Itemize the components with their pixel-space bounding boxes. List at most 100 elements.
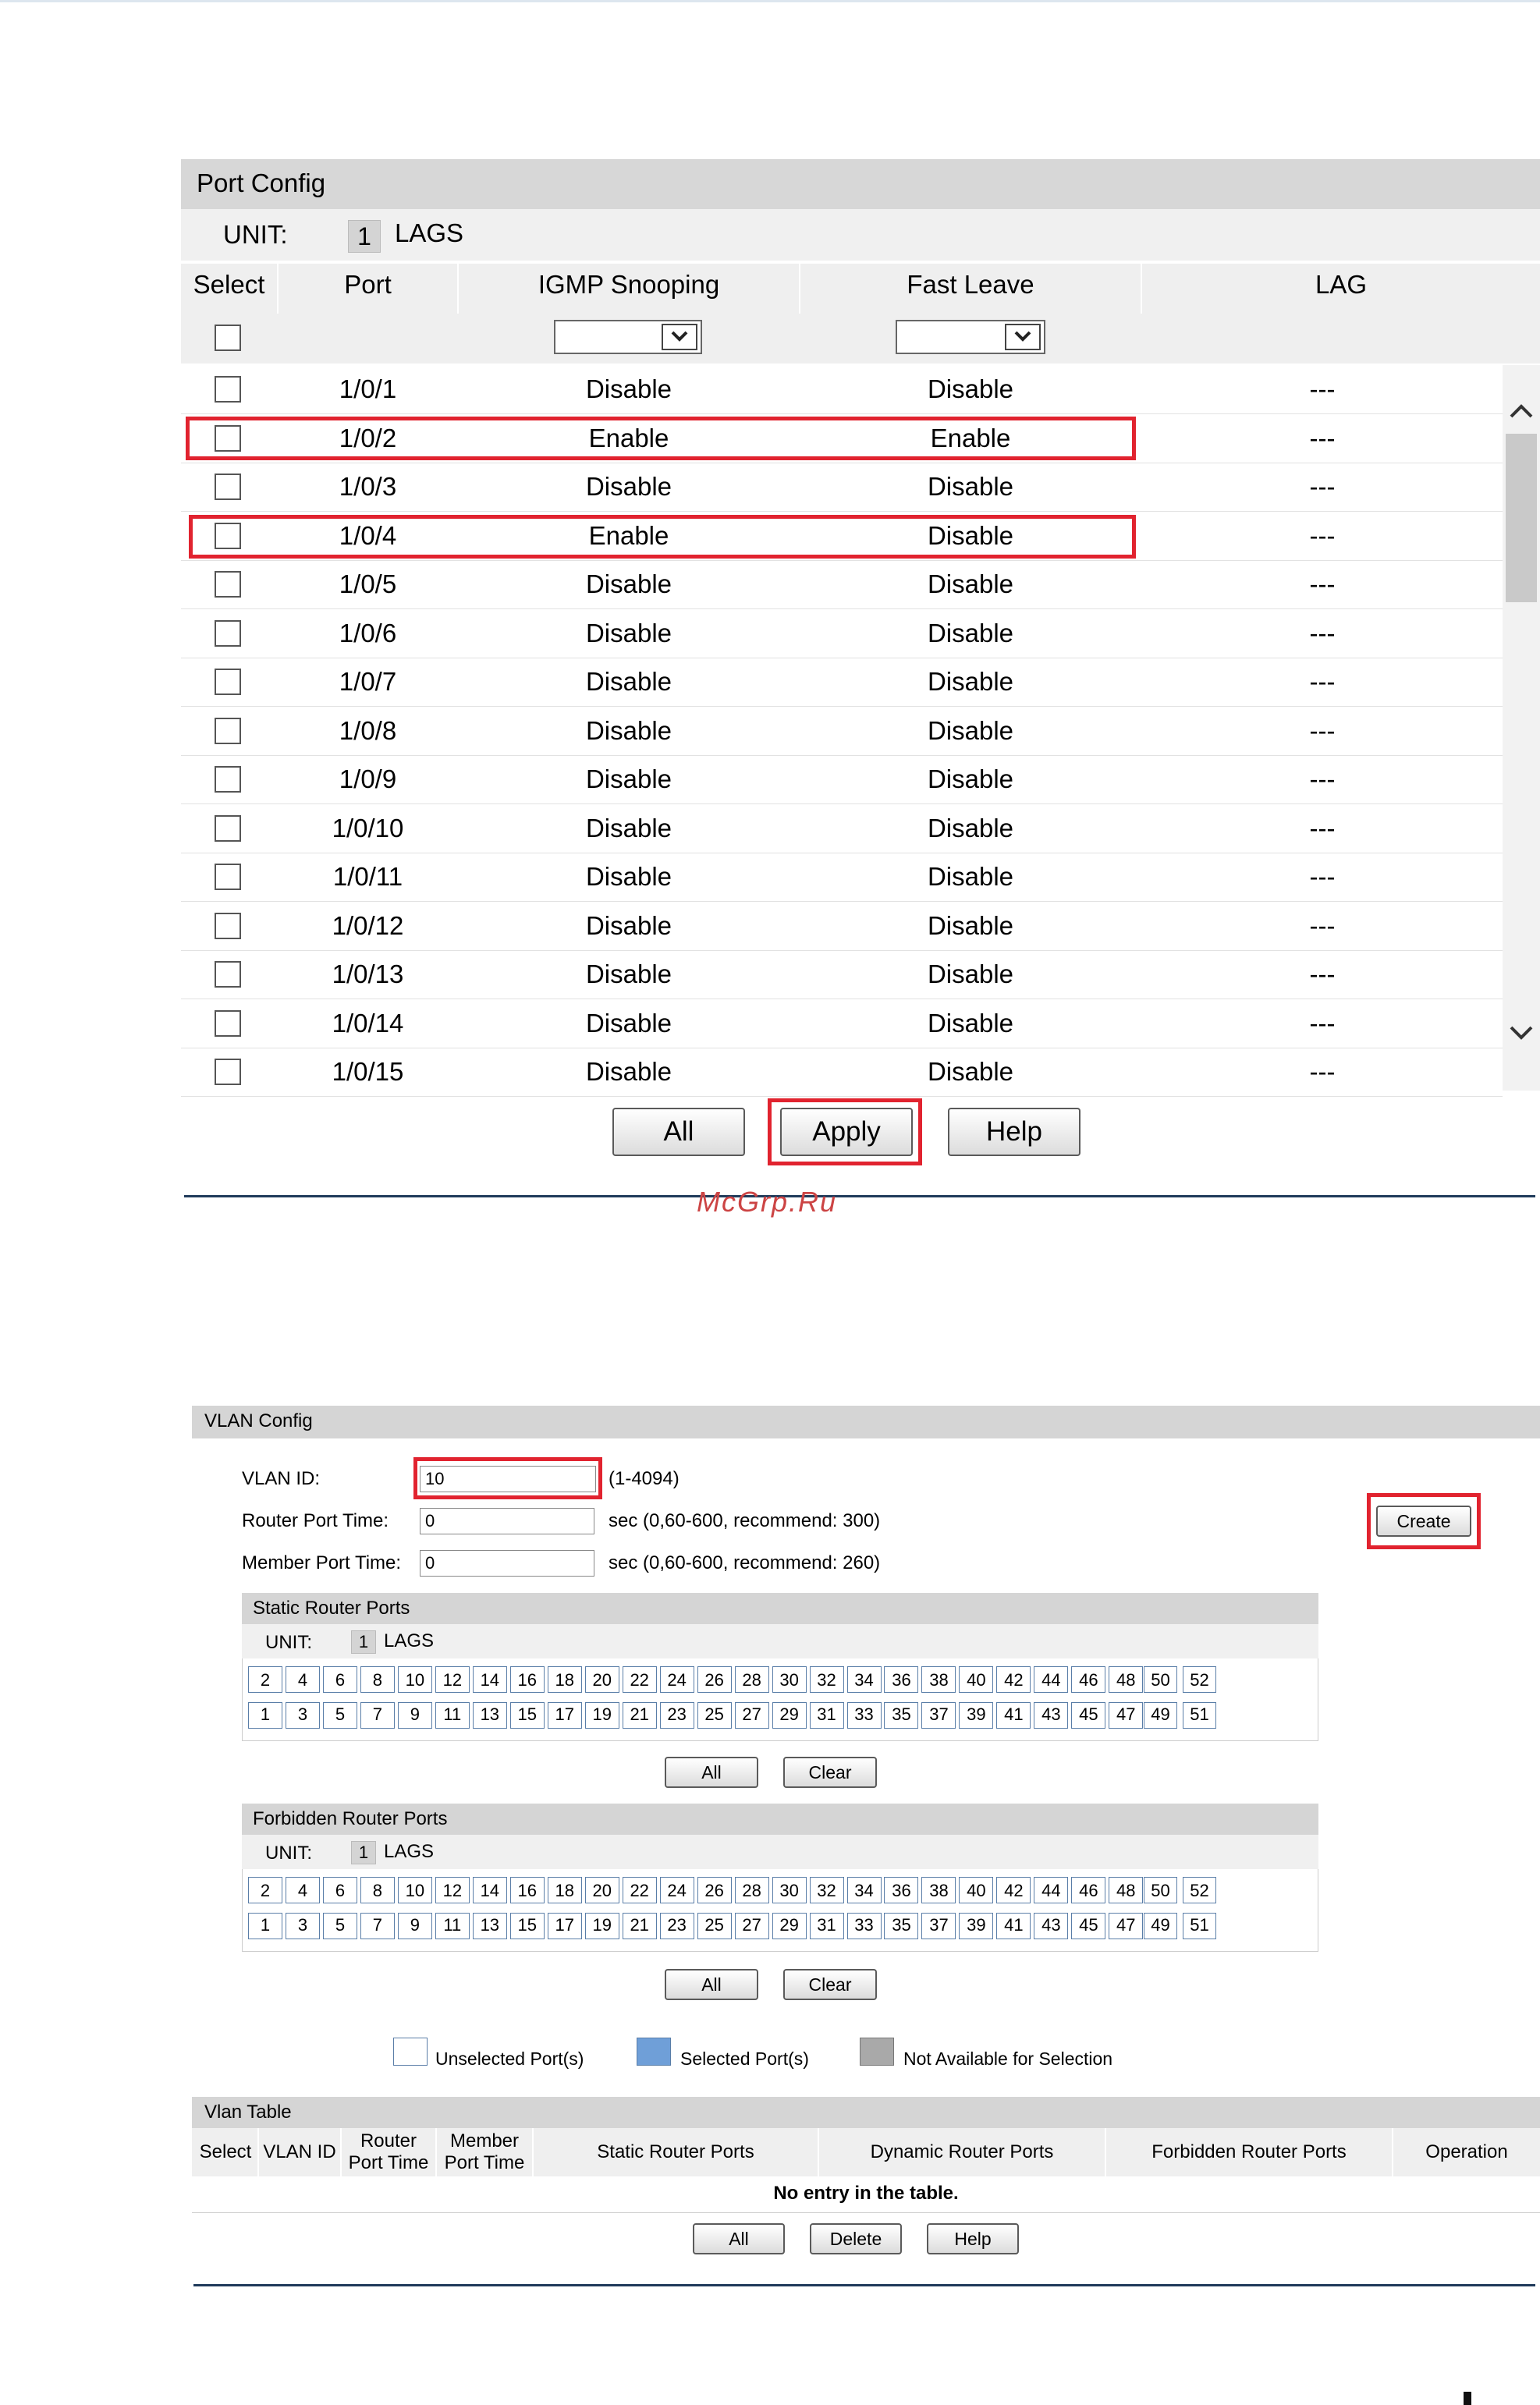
port-46[interactable]: 46 (1071, 1877, 1106, 1903)
port-19[interactable]: 19 (584, 1702, 619, 1729)
port-44[interactable]: 44 (1034, 1666, 1069, 1693)
port-14[interactable]: 14 (472, 1877, 507, 1903)
port-31[interactable]: 31 (809, 1913, 844, 1939)
port-26[interactable]: 26 (697, 1877, 732, 1903)
port-22[interactable]: 22 (622, 1666, 657, 1693)
port-28[interactable]: 28 (734, 1666, 769, 1693)
port-24[interactable]: 24 (659, 1666, 694, 1693)
forbidden-lags-tab[interactable]: LAGS (384, 1841, 434, 1863)
port-13[interactable]: 13 (472, 1702, 507, 1729)
port-8[interactable]: 8 (360, 1877, 395, 1903)
row-checkbox[interactable] (215, 571, 241, 598)
row-checkbox[interactable] (215, 766, 241, 793)
port-7[interactable]: 7 (360, 1913, 395, 1939)
port-14[interactable]: 14 (472, 1666, 507, 1693)
port-18[interactable]: 18 (547, 1877, 582, 1903)
port-40[interactable]: 40 (959, 1666, 994, 1693)
port-50[interactable]: 50 (1144, 1877, 1177, 1903)
port-27[interactable]: 27 (734, 1913, 769, 1939)
port-42[interactable]: 42 (996, 1877, 1031, 1903)
scrollbar-thumb[interactable] (1506, 434, 1537, 602)
row-checkbox[interactable] (215, 669, 241, 695)
port-24[interactable]: 24 (659, 1877, 694, 1903)
row-checkbox[interactable] (215, 912, 241, 939)
port-4[interactable]: 4 (285, 1877, 320, 1903)
port-51[interactable]: 51 (1183, 1702, 1216, 1729)
port-26[interactable]: 26 (697, 1666, 732, 1693)
help-button[interactable]: Help (948, 1108, 1080, 1156)
port-1[interactable]: 1 (248, 1913, 282, 1939)
port-41[interactable]: 41 (996, 1702, 1031, 1729)
port-15[interactable]: 15 (509, 1702, 545, 1729)
port-39[interactable]: 39 (959, 1702, 994, 1729)
port-38[interactable]: 38 (921, 1877, 956, 1903)
port-36[interactable]: 36 (884, 1666, 919, 1693)
port-3[interactable]: 3 (285, 1702, 320, 1729)
port-30[interactable]: 30 (772, 1666, 807, 1693)
port-31[interactable]: 31 (809, 1702, 844, 1729)
port-42[interactable]: 42 (996, 1666, 1031, 1693)
port-6[interactable]: 6 (322, 1666, 357, 1693)
port-45[interactable]: 45 (1071, 1702, 1106, 1729)
port-37[interactable]: 37 (921, 1913, 956, 1939)
port-32[interactable]: 32 (809, 1877, 844, 1903)
forbidden-all-button[interactable]: All (665, 1969, 758, 2000)
port-12[interactable]: 12 (435, 1666, 470, 1693)
port-46[interactable]: 46 (1071, 1666, 1106, 1693)
forbidden-unit-tab[interactable]: 1 (351, 1841, 376, 1864)
vlan-table-delete-button[interactable]: Delete (810, 2223, 902, 2254)
static-lags-tab[interactable]: LAGS (384, 1630, 434, 1652)
port-51[interactable]: 51 (1183, 1913, 1216, 1939)
port-49[interactable]: 49 (1144, 1913, 1177, 1939)
port-22[interactable]: 22 (622, 1877, 657, 1903)
port-23[interactable]: 23 (659, 1913, 694, 1939)
port-33[interactable]: 33 (846, 1702, 882, 1729)
igmp-snooping-select[interactable] (554, 320, 702, 354)
port-34[interactable]: 34 (846, 1666, 882, 1693)
port-20[interactable]: 20 (584, 1666, 619, 1693)
select-all-checkbox[interactable] (215, 325, 241, 351)
port-2[interactable]: 2 (248, 1877, 282, 1903)
port-32[interactable]: 32 (809, 1666, 844, 1693)
port-37[interactable]: 37 (921, 1702, 956, 1729)
port-38[interactable]: 38 (921, 1666, 956, 1693)
row-checkbox[interactable] (215, 619, 241, 647)
port-1[interactable]: 1 (248, 1702, 282, 1729)
static-all-button[interactable]: All (665, 1757, 758, 1788)
port-43[interactable]: 43 (1034, 1702, 1069, 1729)
port-6[interactable]: 6 (322, 1877, 357, 1903)
port-45[interactable]: 45 (1071, 1913, 1106, 1939)
port-25[interactable]: 25 (697, 1702, 732, 1729)
port-49[interactable]: 49 (1144, 1702, 1177, 1729)
port-18[interactable]: 18 (547, 1666, 582, 1693)
port-52[interactable]: 52 (1183, 1666, 1216, 1693)
port-40[interactable]: 40 (959, 1877, 994, 1903)
vlan-table-help-button[interactable]: Help (927, 2223, 1019, 2254)
row-checkbox[interactable] (215, 1009, 241, 1037)
scroll-up-icon[interactable] (1509, 403, 1534, 420)
port-9[interactable]: 9 (397, 1702, 432, 1729)
port-10[interactable]: 10 (397, 1666, 432, 1693)
port-8[interactable]: 8 (360, 1666, 395, 1693)
port-11[interactable]: 11 (435, 1702, 470, 1729)
port-41[interactable]: 41 (996, 1913, 1031, 1939)
port-35[interactable]: 35 (884, 1913, 919, 1939)
row-checkbox[interactable] (215, 961, 241, 988)
port-39[interactable]: 39 (959, 1913, 994, 1939)
port-29[interactable]: 29 (772, 1702, 807, 1729)
port-17[interactable]: 17 (547, 1913, 582, 1939)
port-33[interactable]: 33 (846, 1913, 882, 1939)
port-15[interactable]: 15 (509, 1913, 545, 1939)
port-50[interactable]: 50 (1144, 1666, 1177, 1693)
row-checkbox[interactable] (215, 474, 241, 500)
port-44[interactable]: 44 (1034, 1877, 1069, 1903)
port-43[interactable]: 43 (1034, 1913, 1069, 1939)
port-3[interactable]: 3 (285, 1913, 320, 1939)
port-11[interactable]: 11 (435, 1913, 470, 1939)
port-29[interactable]: 29 (772, 1913, 807, 1939)
port-5[interactable]: 5 (322, 1913, 357, 1939)
port-9[interactable]: 9 (397, 1913, 432, 1939)
row-checkbox[interactable] (215, 1059, 241, 1085)
scroll-down-icon[interactable] (1509, 1024, 1534, 1041)
port-7[interactable]: 7 (360, 1702, 395, 1729)
